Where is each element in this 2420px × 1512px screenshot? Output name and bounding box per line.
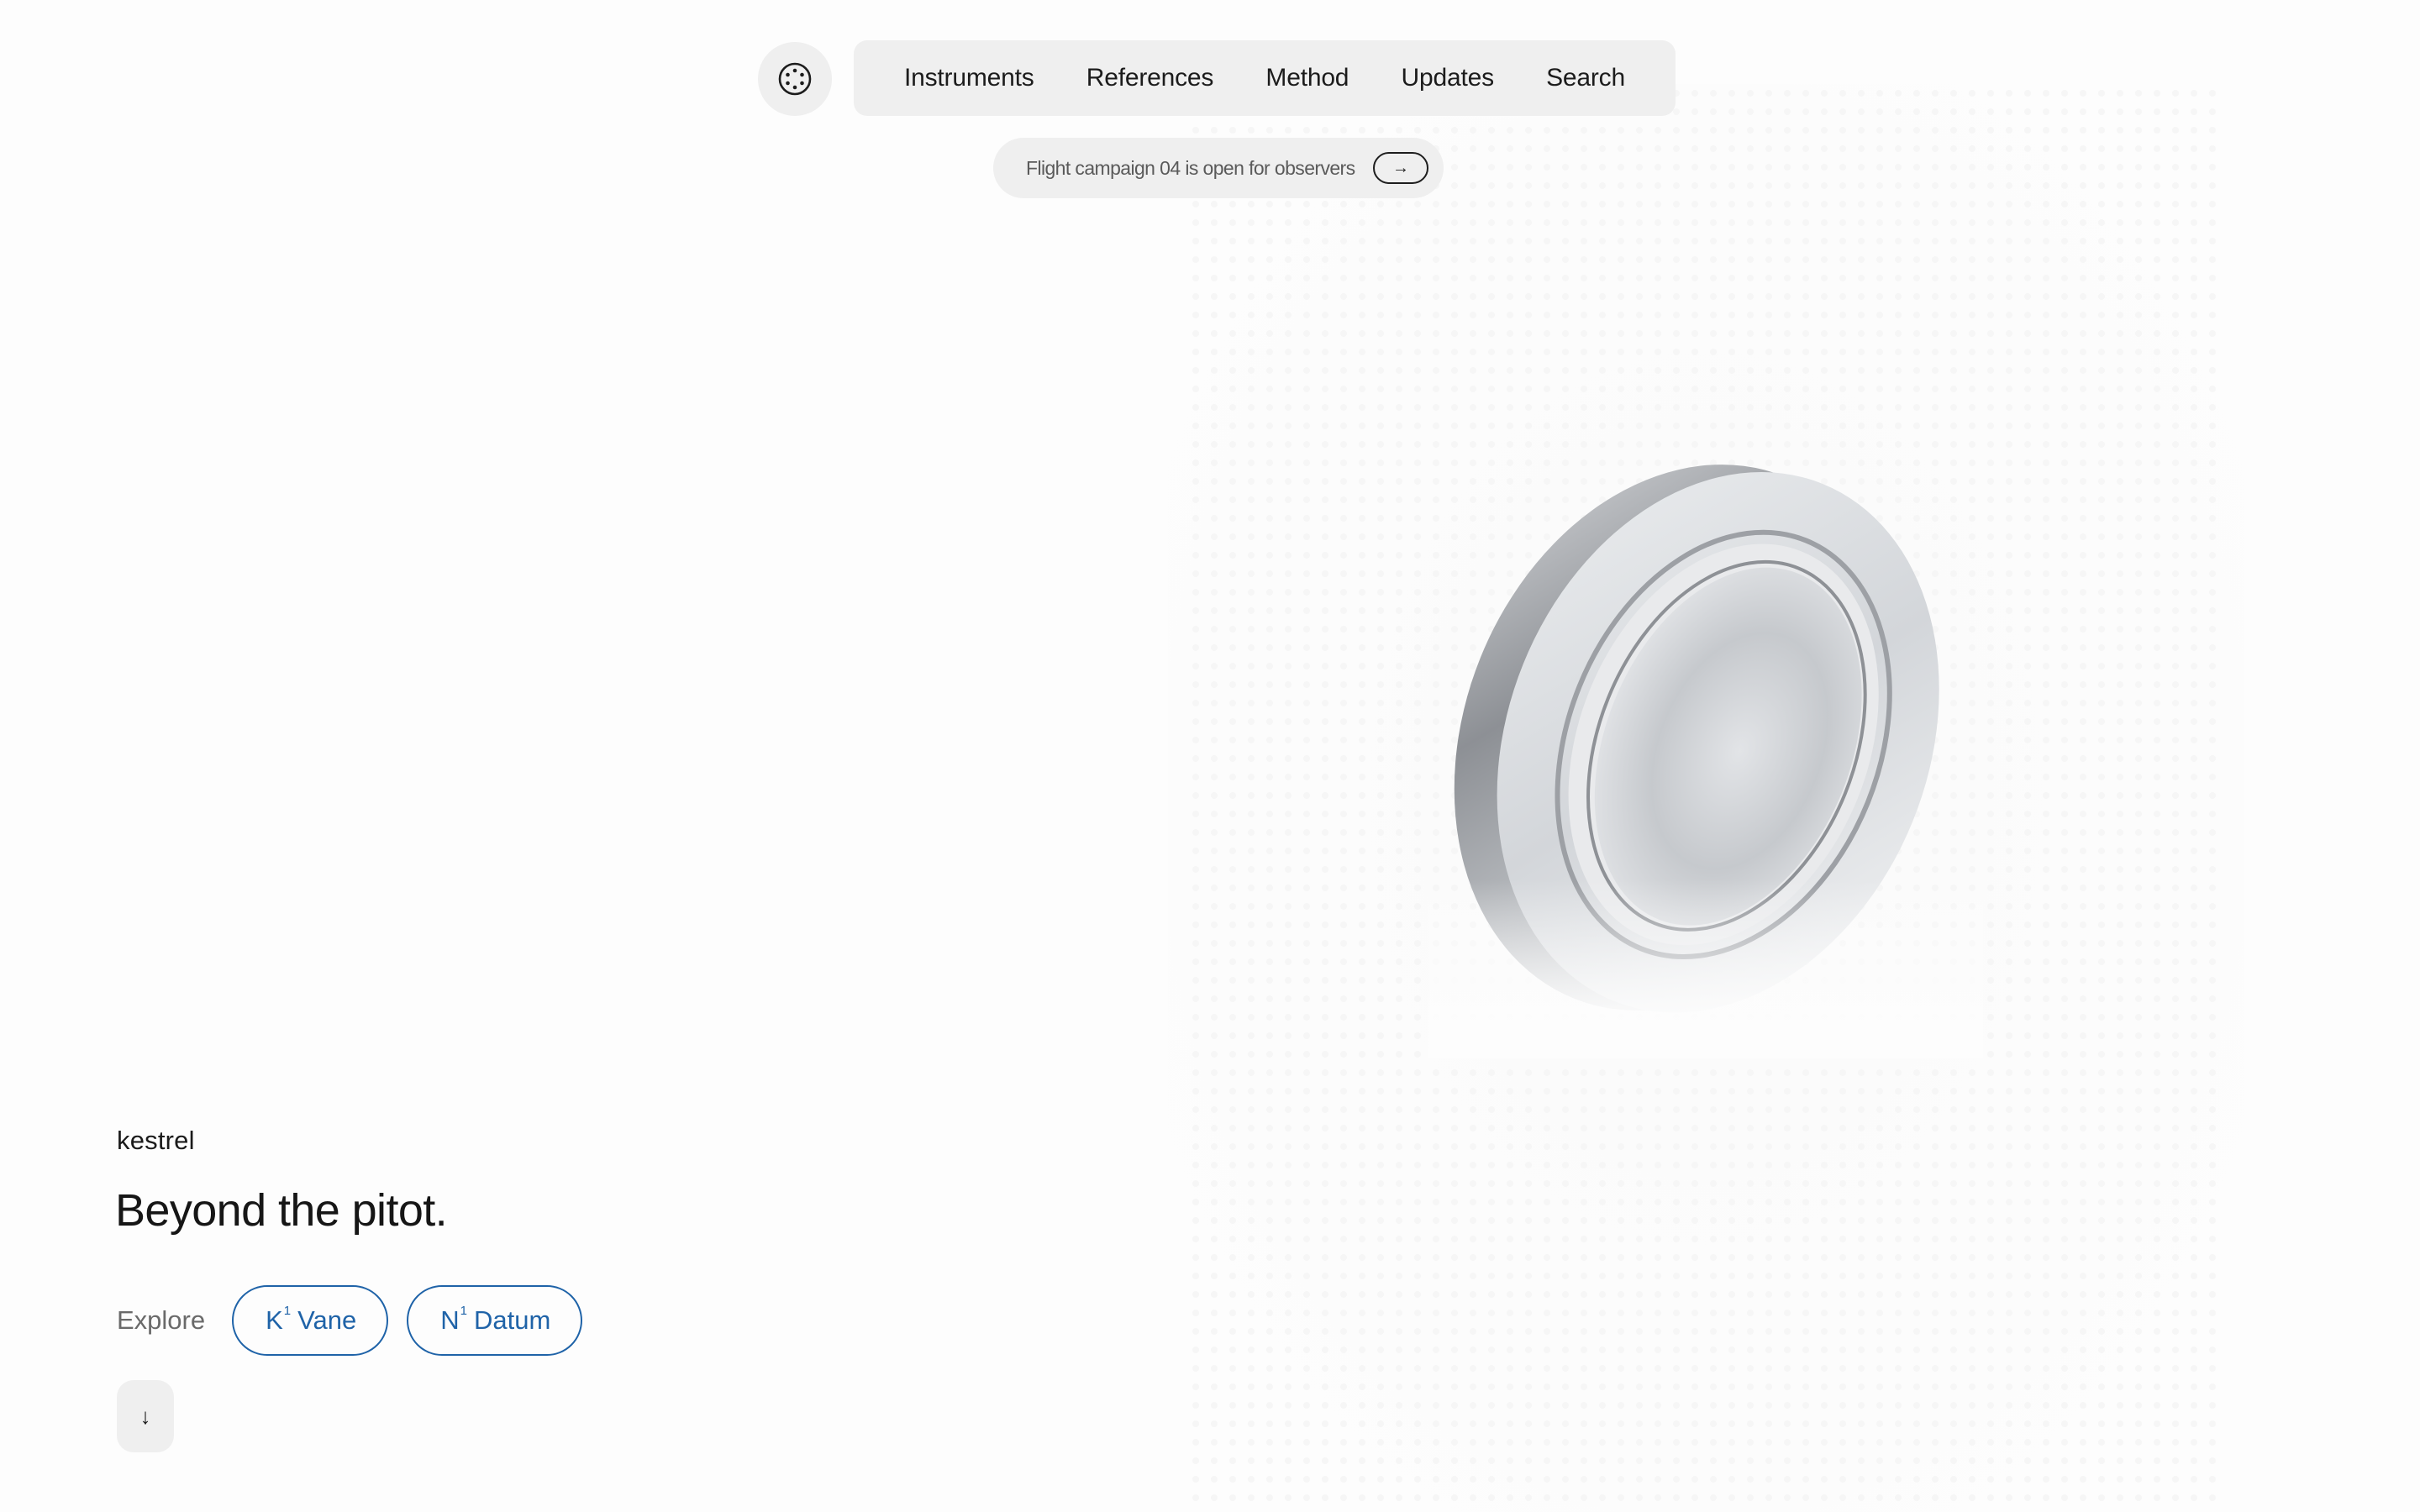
nav-item-method[interactable]: Method xyxy=(1265,64,1349,92)
announcement-text: Flight campaign 04 is open for observers xyxy=(1026,156,1355,179)
explore-row: Explore K 1 Vane N 1 Datum xyxy=(117,1284,601,1357)
arrow-right-icon[interactable]: → xyxy=(1373,152,1428,184)
product-superscript: 1 xyxy=(460,1303,467,1318)
nav-item-search[interactable]: Search xyxy=(1546,64,1625,92)
product-name: Vane xyxy=(297,1305,357,1335)
scroll-down-button[interactable]: ↓ xyxy=(117,1380,174,1452)
announcement-banner[interactable]: Flight campaign 04 is open for observers… xyxy=(993,138,1444,198)
main-nav: Instruments References Method Updates Se… xyxy=(854,40,1676,116)
hero-disc-image xyxy=(1428,420,1983,1058)
logo-button[interactable] xyxy=(758,42,832,116)
nav-item-updates[interactable]: Updates xyxy=(1402,64,1495,92)
hero-headline: Beyond the pitot. xyxy=(115,1185,448,1236)
dotted-circle-icon xyxy=(778,62,812,96)
nav-item-instruments[interactable]: Instruments xyxy=(904,64,1034,92)
arrow-down-icon: ↓ xyxy=(139,1403,151,1429)
explore-n1-datum-button[interactable]: N 1 Datum xyxy=(407,1285,583,1356)
product-superscript: 1 xyxy=(283,1303,292,1318)
product-letter: K xyxy=(266,1305,283,1335)
nav-item-references[interactable]: References xyxy=(1086,64,1214,92)
product-name: Datum xyxy=(473,1305,551,1335)
landing-page: Instruments References Method Updates Se… xyxy=(0,0,2420,1512)
brand-name: kestrel xyxy=(117,1126,195,1155)
explore-label: Explore xyxy=(117,1305,206,1335)
product-letter: N xyxy=(440,1305,460,1335)
explore-k1-vane-button[interactable]: K 1 Vane xyxy=(232,1285,389,1356)
